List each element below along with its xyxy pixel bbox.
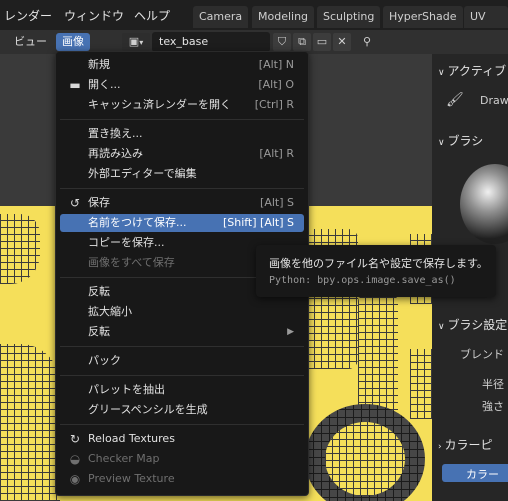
duplicate-icon[interactable]: ⧉ xyxy=(293,33,311,51)
folder-icon[interactable]: ▭ xyxy=(313,33,331,51)
tool-name[interactable]: Draw xyxy=(480,94,508,107)
save-icon: ↺ xyxy=(69,196,81,210)
chevron-down-icon: ▾ xyxy=(139,38,144,47)
menu-item-reload[interactable]: 再読み込み [Alt] R xyxy=(60,145,304,163)
menu-item-pack[interactable]: パック xyxy=(60,352,304,370)
menu-item-preview-texture: ◉ Preview Texture xyxy=(60,470,304,488)
tab-uv-editing[interactable]: UV Editi xyxy=(464,6,508,45)
panel-brush[interactable]: ∨ ブラシ xyxy=(438,132,483,149)
uv-island xyxy=(325,422,405,496)
uv-island xyxy=(0,344,60,501)
menu-render[interactable]: レンダー xyxy=(4,7,52,24)
menu-item-new[interactable]: 新規 [Alt] N xyxy=(60,56,304,74)
menu-window[interactable]: ウィンドウ xyxy=(64,7,124,24)
blend-label: ブレンド xyxy=(460,348,504,361)
brush-icon: 🖌 xyxy=(446,92,464,108)
menu-item-open[interactable]: ▬ 開く... [Alt] O xyxy=(60,76,304,94)
menu-item-checker-map: ◒ Checker Map xyxy=(60,450,304,468)
radius-label: 半径 xyxy=(482,378,504,391)
color-tab-button[interactable]: カラー xyxy=(442,464,508,482)
checker-icon: ◒ xyxy=(69,452,81,466)
folder-icon: ▬ xyxy=(69,78,81,92)
tab-sculpting[interactable]: Sculpting xyxy=(317,6,381,28)
menu-item-invert[interactable]: 反転 ▶ xyxy=(60,323,304,341)
panel-color-picker[interactable]: › カラーピ xyxy=(438,436,492,453)
panel-brush-settings[interactable]: ∨ ブラシ設定 xyxy=(438,316,507,333)
top-menubar: レンダー ウィンドウ ヘルプ Camera Modeling Sculpting… xyxy=(0,0,508,45)
menu-item-open-cached-render[interactable]: キャッシュ済レンダーを開く [Ctrl] R xyxy=(60,96,304,114)
menu-item-generate-grease-pencil[interactable]: グリースペンシルを生成 xyxy=(60,401,304,419)
tooltip-python: Python: bpy.ops.image.save_as() xyxy=(269,275,456,286)
brush-preview[interactable] xyxy=(460,164,508,244)
tab-hypershade[interactable]: HyperShade xyxy=(383,6,463,28)
menu-help[interactable]: ヘルプ xyxy=(134,7,170,24)
menu-item-reload-textures[interactable]: ↻ Reload Textures xyxy=(60,430,304,448)
menu-item-replace[interactable]: 置き換え... xyxy=(60,125,304,143)
menu-item-save-as[interactable]: 名前をつけて保存... [Shift] [Alt] S xyxy=(60,214,304,232)
menu-separator xyxy=(60,375,304,376)
menu-item-extract-palette[interactable]: パレットを抽出 xyxy=(60,381,304,399)
menu-separator xyxy=(60,188,304,189)
save-as-tooltip: 画像を他のファイル名や設定で保存します。 Python: bpy.ops.ima… xyxy=(256,245,496,297)
shield-icon[interactable]: ⛉ xyxy=(273,33,291,51)
menu-separator xyxy=(60,346,304,347)
image-name-text: tex_base xyxy=(159,35,209,48)
menu-view[interactable]: ビュー xyxy=(14,33,47,51)
menu-separator xyxy=(60,424,304,425)
tab-camera[interactable]: Camera xyxy=(193,6,249,28)
menu-item-save[interactable]: ↺ 保存 [Alt] S xyxy=(60,194,304,212)
image-browse-button[interactable]: ▣▾ xyxy=(122,33,150,51)
menu-item-edit-externally[interactable]: 外部エディターで編集 xyxy=(60,165,304,183)
menu-separator xyxy=(60,119,304,120)
menu-image[interactable]: 画像 xyxy=(56,33,90,51)
tooltip-description: 画像を他のファイル名や設定で保存します。 xyxy=(269,257,488,270)
eye-icon: ◉ xyxy=(69,472,81,486)
color-tab-label: カラー xyxy=(466,468,499,481)
strength-label: 強さ xyxy=(482,400,504,413)
panel-active-tool[interactable]: ∨ アクティブ xyxy=(438,62,506,79)
pin-icon[interactable]: ⚲ xyxy=(358,33,376,51)
submenu-arrow-icon: ▶ xyxy=(287,327,294,337)
uv-island xyxy=(410,349,432,419)
image-name-field[interactable]: tex_base xyxy=(152,32,270,52)
menu-item-resize[interactable]: 拡大縮小 xyxy=(60,303,304,321)
tab-modeling[interactable]: Modeling xyxy=(252,6,315,28)
refresh-icon: ↻ xyxy=(69,432,81,446)
close-icon[interactable]: ✕ xyxy=(333,33,351,51)
image-icon: ▣ xyxy=(128,35,140,48)
